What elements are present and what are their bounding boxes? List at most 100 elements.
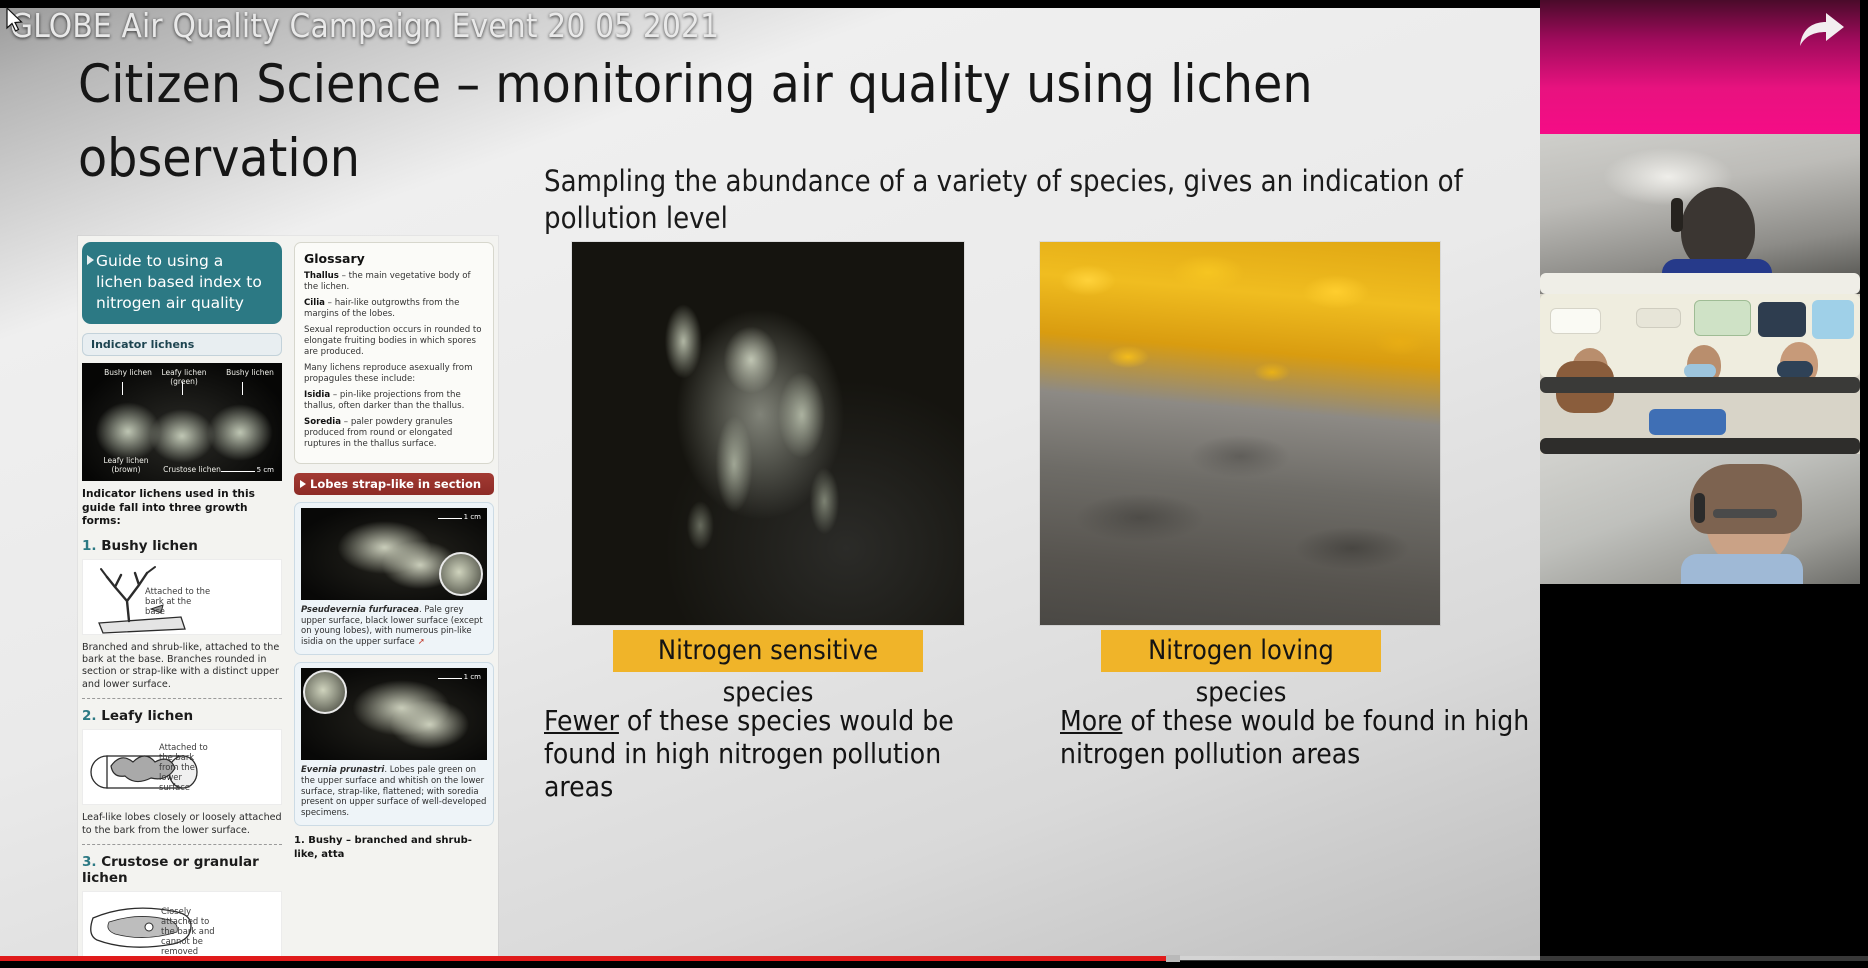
caption-evernia: Evernia prunastri. Lobes pale green on t… xyxy=(301,765,487,818)
glossary-thallus: Thallus – the main vegetative body of th… xyxy=(304,271,484,293)
wall-poster xyxy=(1549,308,1601,334)
sketch-leafy-lichen: Attached to the bark from the lower surf… xyxy=(82,729,282,806)
photo-pseudevernia-furfuracea: 1 cm xyxy=(301,508,487,600)
magnified-inset xyxy=(303,670,347,715)
pointer-line xyxy=(242,381,243,395)
guide-form-2-heading: 2. Leafy lichen xyxy=(82,708,282,724)
guide-intro-text: Indicator lichens used in this guide fal… xyxy=(82,488,255,527)
scale-bar-1cm: 1 cm xyxy=(437,673,481,682)
glossary-title: Glossary xyxy=(304,251,365,266)
desk-row xyxy=(1540,438,1860,454)
banner-lobes-strap-like: Lobes strap-like in section xyxy=(294,473,494,495)
species-name-pseudevernia: Pseudevernia furfuracea xyxy=(301,605,419,615)
video-tile-classroom[interactable] xyxy=(1540,294,1860,454)
footnote-fewer-emphasis: Fewer xyxy=(544,704,619,737)
guide-bottom-key-line: 1. Bushy – branched and shrub-like, atta xyxy=(294,835,472,860)
guide-form-1-label: Bushy lichen xyxy=(101,537,198,554)
guide-form-2-label: Leafy lichen xyxy=(101,708,194,725)
video-progress-scrubber[interactable] xyxy=(1166,955,1180,962)
mouse-cursor-icon xyxy=(6,7,23,32)
photo-evernia-prunastri: 1 cm xyxy=(301,668,487,761)
sketch-crustose-caption: Closely attached to the bark and cannot … xyxy=(161,905,215,960)
video-tile-pink-screen[interactable] xyxy=(1540,0,1860,134)
video-player-screen: Citizen Science – monitoring air quality… xyxy=(0,0,1868,968)
yellow-crust-shape xyxy=(1040,242,1440,625)
photo-nitrogen-sensitive-lichen xyxy=(572,242,964,625)
participant-hair xyxy=(1690,464,1803,535)
face-mask-dark xyxy=(1776,361,1813,379)
footnote-more-rest: of these would be found in high nitrogen… xyxy=(1060,704,1530,770)
pointer-line xyxy=(182,381,183,395)
lichen-tuft-shape xyxy=(626,280,910,587)
wall-poster-blue xyxy=(1812,300,1854,339)
glossary-card: Glossary Thallus – the main vegetative b… xyxy=(294,242,494,464)
label-leafy-lichen-green: Leafy lichen (green) xyxy=(161,367,207,386)
lichen-tuft xyxy=(386,697,473,752)
headset-earcup xyxy=(1693,493,1705,523)
guide-form-3-number: 3. xyxy=(82,853,97,870)
glossary-soredia-term: Soredia xyxy=(304,417,342,427)
classroom-chair xyxy=(1648,409,1726,435)
headset-earcup xyxy=(1671,198,1684,232)
photo-nitrogen-loving-lichen xyxy=(1040,242,1440,625)
glossary-thallus-term: Thallus xyxy=(304,271,339,281)
glossary-asexual-reproduction: Many lichens reproduce asexually from pr… xyxy=(304,363,473,384)
label-bushy-lichen-left: Bushy lichen xyxy=(104,367,152,377)
share-arrow-icon[interactable] xyxy=(1798,10,1846,50)
scale-bar-5cm: 5 cm xyxy=(219,466,274,474)
wall-poster-dark xyxy=(1757,302,1806,338)
participant-video-strip xyxy=(1540,0,1868,968)
wall-poster-green xyxy=(1693,300,1752,336)
lichen-guide-document: Guide to using a lichen based index to n… xyxy=(78,236,498,960)
scale-bar-1cm: 1 cm xyxy=(437,513,481,521)
slide-title-line-1: Citizen Science – monitoring air quality… xyxy=(78,54,1313,115)
sketch-leafy-caption: Attached to the bark from the lower surf… xyxy=(159,742,208,793)
footnote-fewer: Fewer of these species would be found in… xyxy=(544,704,1014,803)
species-name-evernia: Evernia prunastri xyxy=(301,765,385,776)
footnote-more-emphasis: More xyxy=(1060,704,1123,737)
desk-surface xyxy=(1540,273,1860,294)
sketch-bushy-lichen: Attached to the bark at the base xyxy=(82,558,282,635)
magnified-inset xyxy=(439,552,483,596)
guide-hero-title: Guide to using a lichen based index to n… xyxy=(82,242,282,324)
guide-form-2-number: 2. xyxy=(82,708,97,725)
lead-line-1: Sampling the abundance of a variety of s… xyxy=(544,164,1463,198)
red-arrow-marker: ➚ xyxy=(414,636,425,647)
label-bushy-lichen-right: Bushy lichen xyxy=(226,367,274,377)
guide-form-1-heading: 1. Bushy lichen xyxy=(82,538,282,554)
guide-form-3-label: Crustose or granular lichen xyxy=(82,853,259,886)
guide-divider xyxy=(82,698,282,700)
guide-divider xyxy=(82,843,282,845)
eyeglasses xyxy=(1712,508,1777,518)
label-leafy-lichen-brown: Leafy lichen (brown) xyxy=(103,455,149,474)
footnote-more: More of these would be found in high nit… xyxy=(1060,704,1540,770)
guide-indicator-lichens-photo: Bushy lichen Leafy lichen (green) Bushy … xyxy=(82,363,282,481)
pointer-line xyxy=(122,381,123,395)
guide-form-1-number: 1. xyxy=(82,537,97,554)
guide-form-1-body: Branched and shrub-like, attached to the… xyxy=(82,641,280,690)
caption-nitrogen-sensitive: Nitrogen sensitive species xyxy=(613,630,923,708)
participant-torso xyxy=(1680,554,1803,584)
shared-slide: Citizen Science – monitoring air quality… xyxy=(0,8,1545,960)
glossary-cilia: Cilia – hair-like outgrowths from the ma… xyxy=(304,298,484,320)
sketch-crustose-lichen: Closely attached to the bark and cannot … xyxy=(82,890,282,960)
video-tile-participant-headset-man[interactable] xyxy=(1540,134,1860,294)
video-strip-empty-area xyxy=(1540,584,1868,968)
glossary-cilia-def: – hair-like outgrowths from the margins … xyxy=(304,298,460,319)
lead-line-2: pollution level xyxy=(544,201,728,235)
video-tile-participant-woman[interactable] xyxy=(1540,454,1860,584)
guide-form-3-heading: 3. Crustose or granular lichen xyxy=(82,854,282,886)
label-crustose-lichen: Crustose lichen xyxy=(163,464,221,474)
video-progress-track[interactable] xyxy=(0,955,1868,962)
guide-right-column: Glossary Thallus – the main vegetative b… xyxy=(294,242,494,861)
species-card-evernia: 1 cm Evernia prunastri. Lobes pale green… xyxy=(294,662,494,827)
species-card-pseudevernia: 1 cm Pseudevernia furfuracea. Pale grey … xyxy=(294,502,494,656)
glossary-soredia: Soredia – paler powdery granules produce… xyxy=(304,417,484,450)
desk-row xyxy=(1540,377,1860,394)
player-bottom-bar xyxy=(0,961,1868,968)
glossary-isidia-term: Isidia xyxy=(304,390,331,400)
slide-lead-text: Sampling the abundance of a variety of s… xyxy=(544,163,1544,237)
lichen-clump xyxy=(206,403,274,463)
video-title: GLOBE Air Quality Campaign Event 20 05 2… xyxy=(10,6,720,45)
video-progress-fill xyxy=(0,956,1166,961)
